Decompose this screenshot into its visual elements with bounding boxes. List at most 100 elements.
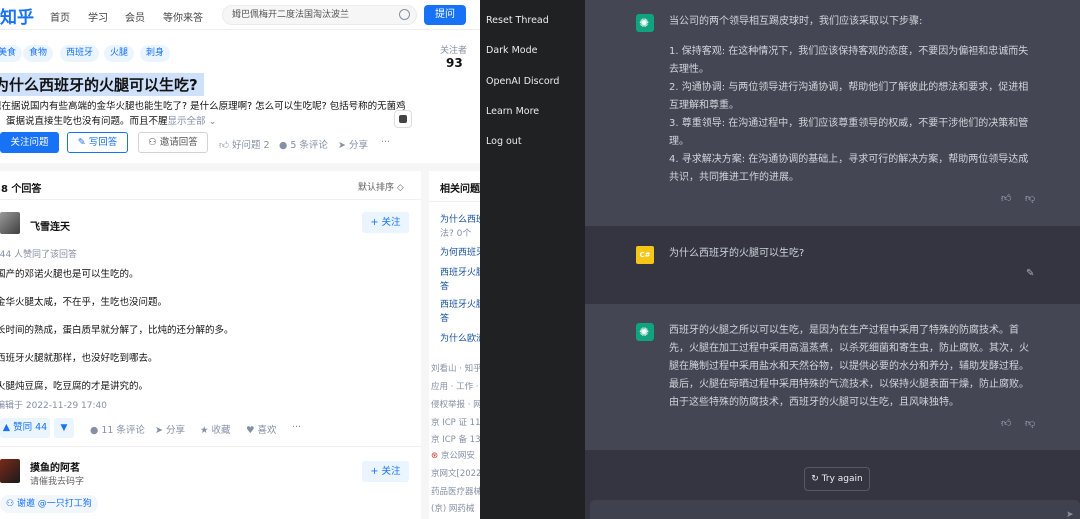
- thumbs-up-icon: 👍︎: [219, 140, 232, 151]
- share-button[interactable]: ➤ 分享: [338, 137, 368, 151]
- nav-home[interactable]: 首页: [50, 9, 70, 24]
- avatar[interactable]: [0, 212, 20, 234]
- footer-link[interactable]: 京 ICP 证 110: [431, 416, 480, 428]
- sort-dropdown[interactable]: 默认排序 ◇: [358, 180, 404, 193]
- answer-comments-button[interactable]: ● 11 条评论: [90, 422, 145, 436]
- related-question-link[interactable]: 答: [440, 279, 449, 292]
- more-button[interactable]: ···: [381, 137, 390, 148]
- search-input[interactable]: 姆巴佩梅开二度法国淘汰波兰: [222, 5, 417, 25]
- footer-link-label: 京公网安: [440, 451, 475, 461]
- assistant-list-line: 4. 寻求解决方案: 在沟通协调的基础上，寻求可行的解决方案，帮助两位领导达成: [669, 154, 1029, 165]
- avatar[interactable]: [0, 459, 20, 483]
- footer-link[interactable]: 应用 · 工作 ·: [431, 380, 479, 392]
- image-icon[interactable]: [394, 110, 412, 128]
- chevron-down-icon[interactable]: ⌄: [206, 116, 217, 127]
- related-question-link[interactable]: 为何西班牙: [440, 245, 480, 258]
- follow-label: 关注: [381, 217, 401, 228]
- triangle-down-icon: ▼: [60, 423, 68, 433]
- footer-link[interactable]: 侵权举报 · 网: [431, 398, 480, 410]
- related-question-link[interactable]: 为什么西班: [440, 212, 480, 225]
- user-plus-icon: ⚇: [148, 137, 160, 148]
- search-icon[interactable]: [399, 9, 410, 20]
- sidebar-item-dark-mode[interactable]: Dark Mode: [486, 45, 537, 56]
- answer-more-button[interactable]: ···: [292, 422, 301, 433]
- nav-member[interactable]: 会员: [125, 9, 145, 24]
- question-description-line1: 现在据说国内有些高端的金华火腿也能生吃了? 是什么原理啊? 怎么可以生吃呢? 包…: [0, 101, 406, 112]
- author-name[interactable]: 摸鱼的阿茗: [30, 459, 80, 474]
- related-question-link[interactable]: 西班牙火腿: [440, 265, 480, 278]
- send-icon[interactable]: ➤: [1066, 510, 1074, 519]
- downvote-button[interactable]: ▼: [54, 418, 74, 438]
- upvote-label: 赞同 44: [13, 422, 48, 433]
- author-name[interactable]: 飞雪连天: [30, 218, 70, 233]
- edit-timestamp[interactable]: 编辑于 2022-11-29 17:40: [0, 398, 107, 411]
- police-badge-icon: ⊛: [431, 451, 441, 461]
- sidebar-item-reset-thread[interactable]: Reset Thread: [486, 15, 549, 26]
- thumbs-down-icon[interactable]: 👎︎: [1025, 417, 1035, 429]
- zhihu-page: 知乎 首页 学习 会员 等你来答 姆巴佩梅开二度法国淘汰波兰 提问 美食 食物 …: [0, 0, 480, 519]
- nav-learn[interactable]: 学习: [88, 9, 108, 24]
- assistant-list-line: 1. 保持客观: 在这种情况下，我们应该保持客观的态度，不要因为偏袒和忠诚而失: [669, 46, 1029, 57]
- follow-author-button[interactable]: + 关注: [362, 212, 409, 233]
- thumbs-down-icon[interactable]: 👎︎: [1025, 192, 1035, 204]
- plus-icon: +: [370, 217, 382, 228]
- zhihu-logo[interactable]: 知乎: [0, 3, 34, 28]
- chat-input[interactable]: [590, 500, 1080, 519]
- good-question-label: 好问题 2: [231, 140, 270, 151]
- author-subtitle: 请催我去码字: [30, 477, 85, 487]
- try-again-button[interactable]: ↻ Try again: [804, 467, 870, 491]
- star-icon: ★: [200, 425, 212, 436]
- invite-chip[interactable]: ⚇ 谢邀 @一只打工狗: [0, 495, 98, 513]
- edit-icon[interactable]: ✎: [1026, 268, 1034, 279]
- collect-button[interactable]: ★ 收藏: [200, 422, 231, 436]
- footer-link[interactable]: ⊛ 京公网安: [431, 449, 475, 461]
- sidebar-item-log-out[interactable]: Log out: [486, 136, 522, 147]
- footer-link[interactable]: 刘看山 · 知乎: [431, 362, 480, 374]
- thumbs-up-icon[interactable]: 👍︎: [1001, 417, 1011, 429]
- ask-button[interactable]: 提问: [424, 5, 466, 25]
- answers-count: 38 个回答: [0, 184, 42, 195]
- search-text: 姆巴佩梅开二度法国淘汰波兰: [232, 10, 350, 20]
- related-question-link[interactable]: 为什么欧洲: [440, 331, 480, 344]
- show-all-link[interactable]: 显示全部: [168, 116, 206, 127]
- footer-link[interactable]: 京网文[2022]: [431, 467, 480, 479]
- comment-icon: ●: [90, 425, 102, 436]
- tag-spain[interactable]: 西班牙: [60, 45, 100, 62]
- related-question-link[interactable]: 法? 0个: [440, 226, 471, 239]
- tag-ham[interactable]: 火腿: [104, 45, 135, 62]
- comments-button[interactable]: ● 5 条评论: [279, 137, 328, 151]
- write-answer-button[interactable]: ✎ 写回答: [67, 132, 128, 153]
- invite-answer-button[interactable]: ⚇ 邀请回答: [138, 132, 208, 153]
- footer-link[interactable]: (京) 网药械: [431, 502, 474, 514]
- footer-link[interactable]: 京 ICP 备 130: [431, 433, 480, 445]
- tag-sashimi[interactable]: 刺身: [140, 45, 171, 62]
- like-label: 喜欢: [257, 425, 277, 436]
- thumbs-up-icon[interactable]: 👍︎: [1001, 192, 1011, 204]
- follow-question-button[interactable]: 关注问题: [0, 132, 59, 153]
- related-question-link[interactable]: 西班牙火腿: [440, 297, 480, 310]
- nav-waiting-answers[interactable]: 等你来答: [163, 9, 203, 24]
- answer-line: 国产的邓诺火腿也是可以生吃的。: [0, 269, 139, 280]
- section-divider: [0, 163, 480, 171]
- followers-count: 93: [446, 56, 463, 70]
- answer-share-button[interactable]: ➤ 分享: [155, 422, 185, 436]
- sort-chevron-icon: ◇: [394, 183, 404, 193]
- follow-label: 关注: [381, 466, 401, 477]
- user-message-text: 为什么西班牙的火腿可以生吃?: [669, 248, 805, 259]
- chatgpt-logo-icon: [636, 323, 654, 341]
- sidebar-item-openai-discord[interactable]: OpenAI Discord: [486, 76, 559, 87]
- assistant-answer-line: 最后，火腿在晾晒过程中采用特殊的气流技术，以保持火腿表面干燥，防止腐败。: [669, 379, 1029, 390]
- good-question-button[interactable]: 👍︎ 好问题 2: [219, 137, 270, 151]
- share-icon: ➤: [338, 140, 349, 151]
- triangle-up-icon: ▲: [2, 422, 14, 433]
- tag-food[interactable]: 美食: [0, 45, 23, 62]
- upvote-button[interactable]: ▲ 赞同 44: [0, 418, 50, 438]
- collect-label: 收藏: [211, 425, 231, 436]
- follow-author-button[interactable]: + 关注: [362, 461, 409, 482]
- tag-foodstuff[interactable]: 食物: [23, 45, 54, 62]
- footer-link[interactable]: 药品医疗器械: [431, 485, 480, 497]
- sidebar-item-learn-more[interactable]: Learn More: [486, 106, 539, 117]
- related-question-link[interactable]: 答: [440, 311, 449, 324]
- like-button[interactable]: ♥ 喜欢: [246, 422, 277, 436]
- chatgpt-logo-icon: [636, 14, 654, 32]
